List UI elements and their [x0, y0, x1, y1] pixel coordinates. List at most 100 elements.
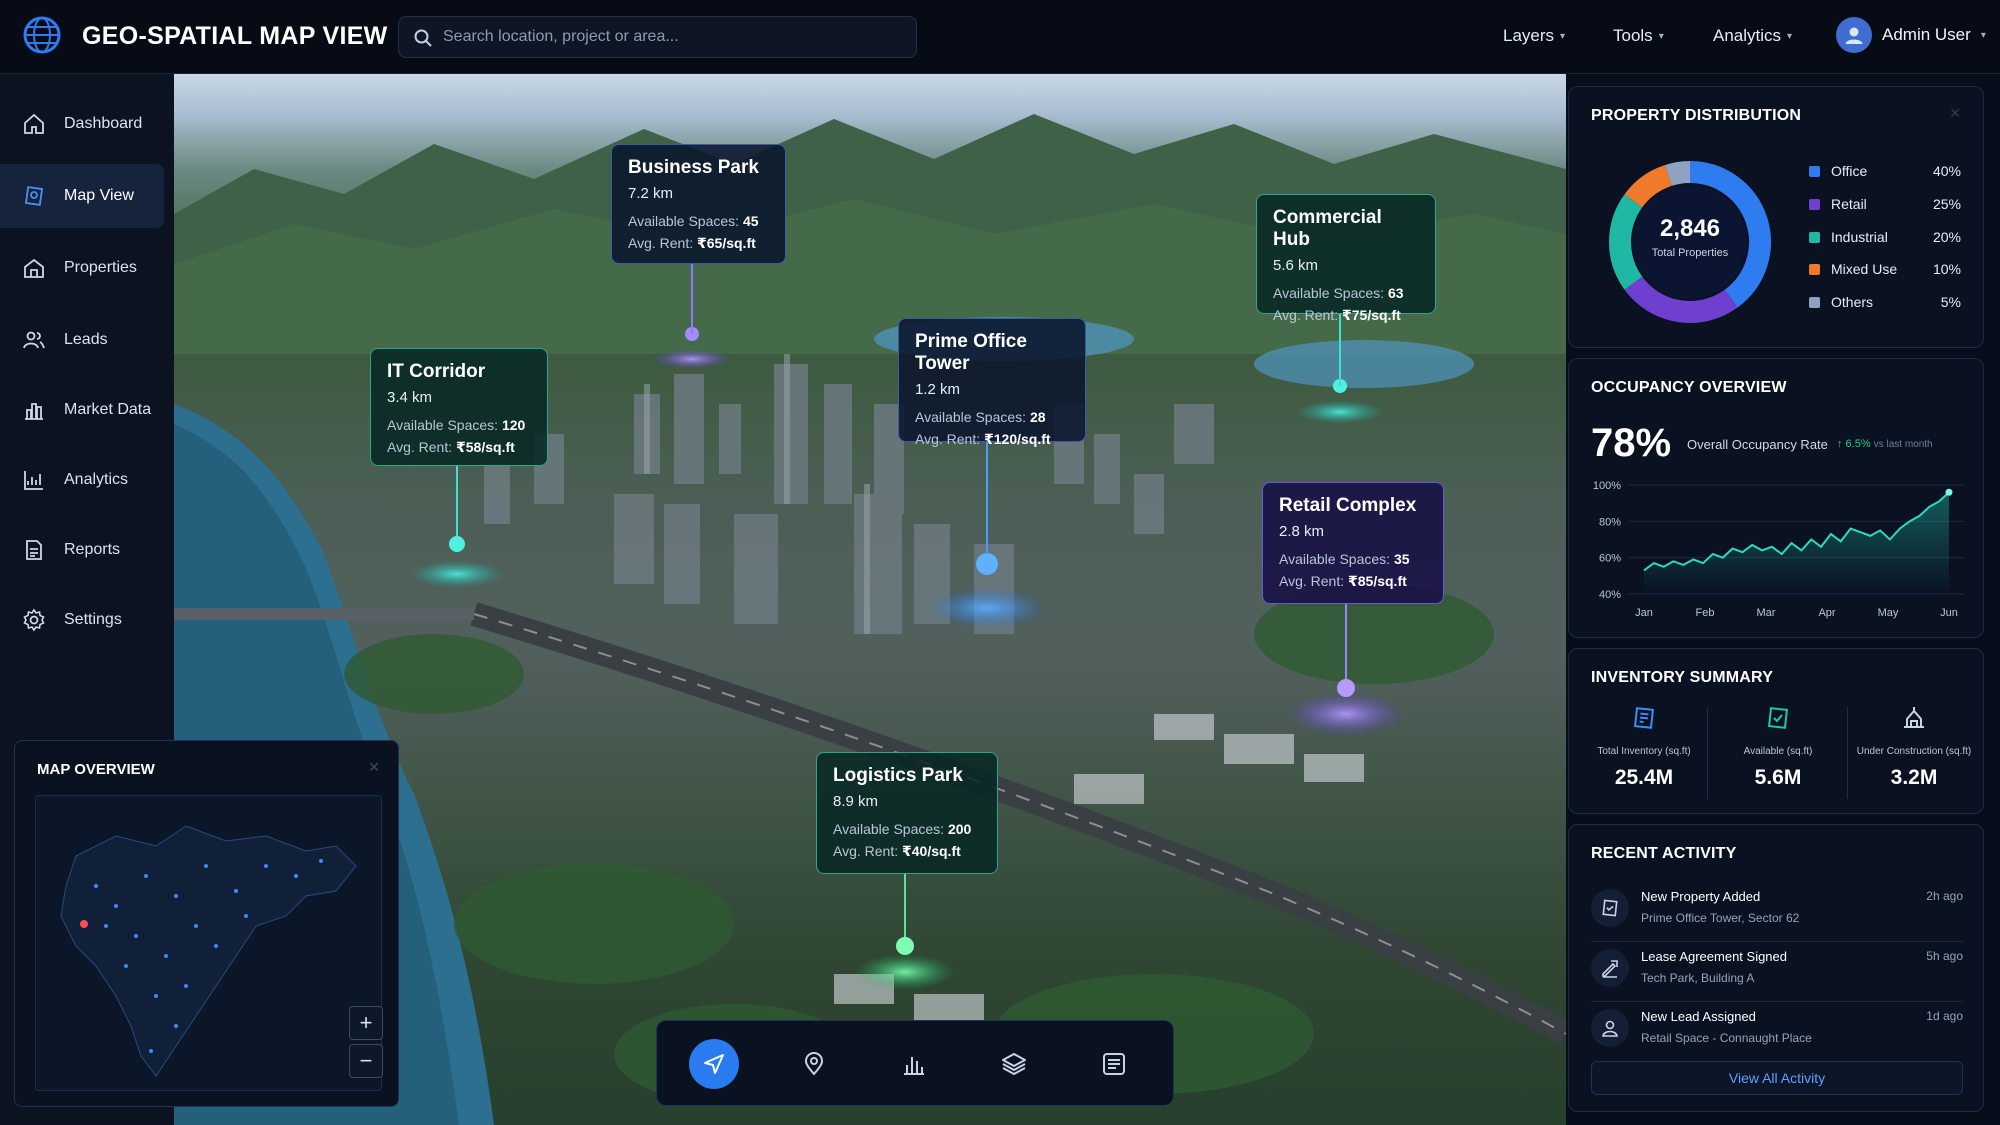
report-icon — [26, 540, 42, 560]
occupancy-change: ↑ 6.5% vs last month — [1837, 438, 1933, 450]
marker-distance: 5.6 km — [1273, 257, 1319, 274]
sidebar-item-market-data[interactable]: Market Data — [0, 378, 164, 442]
marker-card-retail-complex[interactable]: Retail Complex 2.8 km Available Spaces: … — [1262, 482, 1444, 604]
x-tick-label: Feb — [1696, 607, 1715, 619]
marker-rent: Avg. Rent: ₹120/sq.ft — [915, 431, 1051, 447]
marker-spaces: Available Spaces: 28 — [915, 409, 1046, 425]
nav-layers[interactable]: Layers ▾ — [1503, 26, 1565, 46]
home-icon — [24, 113, 44, 134]
sidebar-item-reports[interactable]: Reports — [0, 518, 164, 582]
zoom-in-button[interactable]: + — [349, 1006, 383, 1040]
user-icon — [1845, 27, 1863, 44]
legend-office: Office 40% — [1809, 161, 1961, 183]
view-all-activity-button[interactable]: View All Activity — [1591, 1061, 1963, 1095]
recent-activity-panel: RECENT ACTIVITY New Property Added Prime… — [1568, 824, 1984, 1112]
inventory-summary-panel: INVENTORY SUMMARY Total Inventory (sq.ft… — [1568, 648, 1984, 814]
occupancy-rate-value: 78% — [1591, 421, 1672, 465]
avatar — [1836, 17, 1872, 53]
legend-swatch — [1809, 232, 1820, 243]
marker-title: IT Corridor — [387, 361, 486, 382]
sidebar-item-dashboard[interactable]: Dashboard — [0, 92, 164, 156]
inventory-label: Total Inventory (sq.ft) — [1597, 746, 1691, 757]
sidebar-item-label: Settings — [64, 611, 122, 628]
x-tick-label: Jun — [1940, 607, 1958, 619]
marker-spaces: Available Spaces: 200 — [833, 821, 972, 837]
marker-rent: Avg. Rent: ₹85/sq.ft — [1279, 573, 1407, 589]
map-overview-panel: MAP OVERVIEW ✕ + − — [14, 740, 399, 1107]
navigate-button[interactable] — [689, 1039, 739, 1089]
marker-rent: Avg. Rent: ₹58/sq.ft — [387, 439, 515, 455]
marker-distance: 2.8 km — [1279, 523, 1325, 540]
series-area — [1644, 492, 1949, 594]
inventory-available: Available (sq.ft) 5.6M — [1713, 705, 1843, 790]
marker-spaces: Available Spaces: 35 — [1279, 551, 1410, 567]
sidebar-item-analytics[interactable]: Analytics — [0, 448, 164, 512]
building-icon — [1634, 707, 1654, 729]
occupancy-rate-label: Overall Occupancy Rate — [1687, 437, 1828, 452]
search-bar[interactable] — [398, 16, 917, 58]
location-pin-button[interactable] — [789, 1039, 839, 1089]
activity-item[interactable]: New Property Added Prime Office Tower, S… — [1591, 883, 1963, 941]
marker-spaces: Available Spaces: 63 — [1273, 285, 1404, 301]
activity-title: New Property Added — [1641, 889, 1761, 904]
nav-layers-label: Layers — [1503, 26, 1555, 45]
activity-title: New Lead Assigned — [1641, 1009, 1756, 1024]
map-overview-title: MAP OVERVIEW — [37, 761, 155, 778]
legend-mixed-use: Mixed Use 10% — [1809, 259, 1961, 281]
user-menu[interactable]: Admin User ▾ — [1836, 17, 1986, 53]
analytics-icon — [24, 471, 43, 490]
occupancy-overview-panel: OCCUPANCY OVERVIEW 78% Overall Occupancy… — [1568, 358, 1984, 638]
nav-analytics[interactable]: Analytics ▾ — [1713, 26, 1792, 46]
y-tick-label: 100% — [1593, 480, 1621, 492]
activity-icon-wrap — [1591, 949, 1629, 987]
user-icon — [1602, 1020, 1618, 1037]
chevron-down-icon: ▾ — [1560, 30, 1566, 42]
close-icon[interactable]: ✕ — [1949, 105, 1961, 122]
zoom-out-button[interactable]: − — [349, 1044, 383, 1078]
sidebar-item-map-view[interactable]: Map View — [0, 164, 164, 228]
x-tick-label: Jan — [1635, 607, 1653, 619]
nav-analytics-label: Analytics — [1713, 26, 1782, 45]
gear-icon — [23, 608, 45, 632]
sidebar-item-properties[interactable]: Properties — [0, 236, 164, 300]
inventory-label: Under Construction (sq.ft) — [1856, 746, 1972, 757]
marker-distance: 8.9 km — [833, 793, 879, 810]
chevron-down-icon: ▾ — [1787, 30, 1793, 42]
search-input[interactable] — [443, 17, 903, 57]
sidebar-item-settings[interactable]: Settings — [0, 588, 164, 652]
globe-logo-icon — [23, 16, 61, 54]
legend-swatch — [1809, 199, 1820, 210]
chart-icon — [25, 403, 43, 420]
activity-subtitle: Retail Space - Connaught Place — [1641, 1031, 1812, 1045]
map-pin-icon — [24, 186, 44, 206]
top-bar: GEO-SPATIAL MAP VIEW Layers ▾ Tools ▾ Anal… — [0, 0, 2000, 74]
panel-title: OCCUPANCY OVERVIEW — [1591, 379, 1787, 396]
chevron-down-icon: ▾ — [1658, 30, 1664, 42]
activity-item[interactable]: Lease Agreement Signed Tech Park, Buildi… — [1591, 943, 1963, 1001]
activity-time: 2h ago — [1926, 889, 1963, 903]
sidebar-item-label: Analytics — [64, 471, 129, 488]
close-icon[interactable]: ✕ — [368, 759, 380, 776]
overview-minimap[interactable] — [35, 795, 382, 1091]
marker-card-commercial-hub[interactable]: Commercial Hub 5.6 km Available Spaces: … — [1256, 194, 1436, 323]
legend-others: Others 5% — [1809, 292, 1961, 314]
sidebar-item-leads[interactable]: Leads — [0, 308, 164, 372]
chevron-down-icon: ▾ — [1980, 29, 1986, 41]
nav-tools-label: Tools — [1613, 26, 1653, 45]
list-button[interactable] — [1089, 1039, 1139, 1089]
nav-tools[interactable]: Tools ▾ — [1613, 26, 1664, 46]
marker-card-business-park[interactable]: Business Park 7.2 km Available Spaces: 4… — [611, 144, 786, 264]
marker-card-prime-office-tower[interactable]: Prime Office Tower 1.2 km Available Spac… — [898, 318, 1086, 447]
marker-title: Logistics Park — [833, 765, 963, 786]
navigation-arrow-icon — [704, 1054, 724, 1074]
stats-button[interactable] — [889, 1039, 939, 1089]
user-name: Admin User — [1882, 25, 1971, 44]
map-toolbar — [656, 1020, 1174, 1106]
divider — [1707, 707, 1708, 799]
marker-card-it-corridor[interactable]: IT Corridor 3.4 km Available Spaces: 120… — [370, 348, 548, 466]
total-properties-value: 2,846 — [1659, 215, 1721, 242]
layers-button[interactable] — [989, 1039, 1039, 1089]
activity-item[interactable]: New Lead Assigned Retail Space - Connaug… — [1591, 1003, 1963, 1061]
marker-card-logistics-park[interactable]: Logistics Park 8.9 km Available Spaces: … — [816, 752, 998, 874]
marker-rent: Avg. Rent: ₹75/sq.ft — [1273, 307, 1401, 323]
